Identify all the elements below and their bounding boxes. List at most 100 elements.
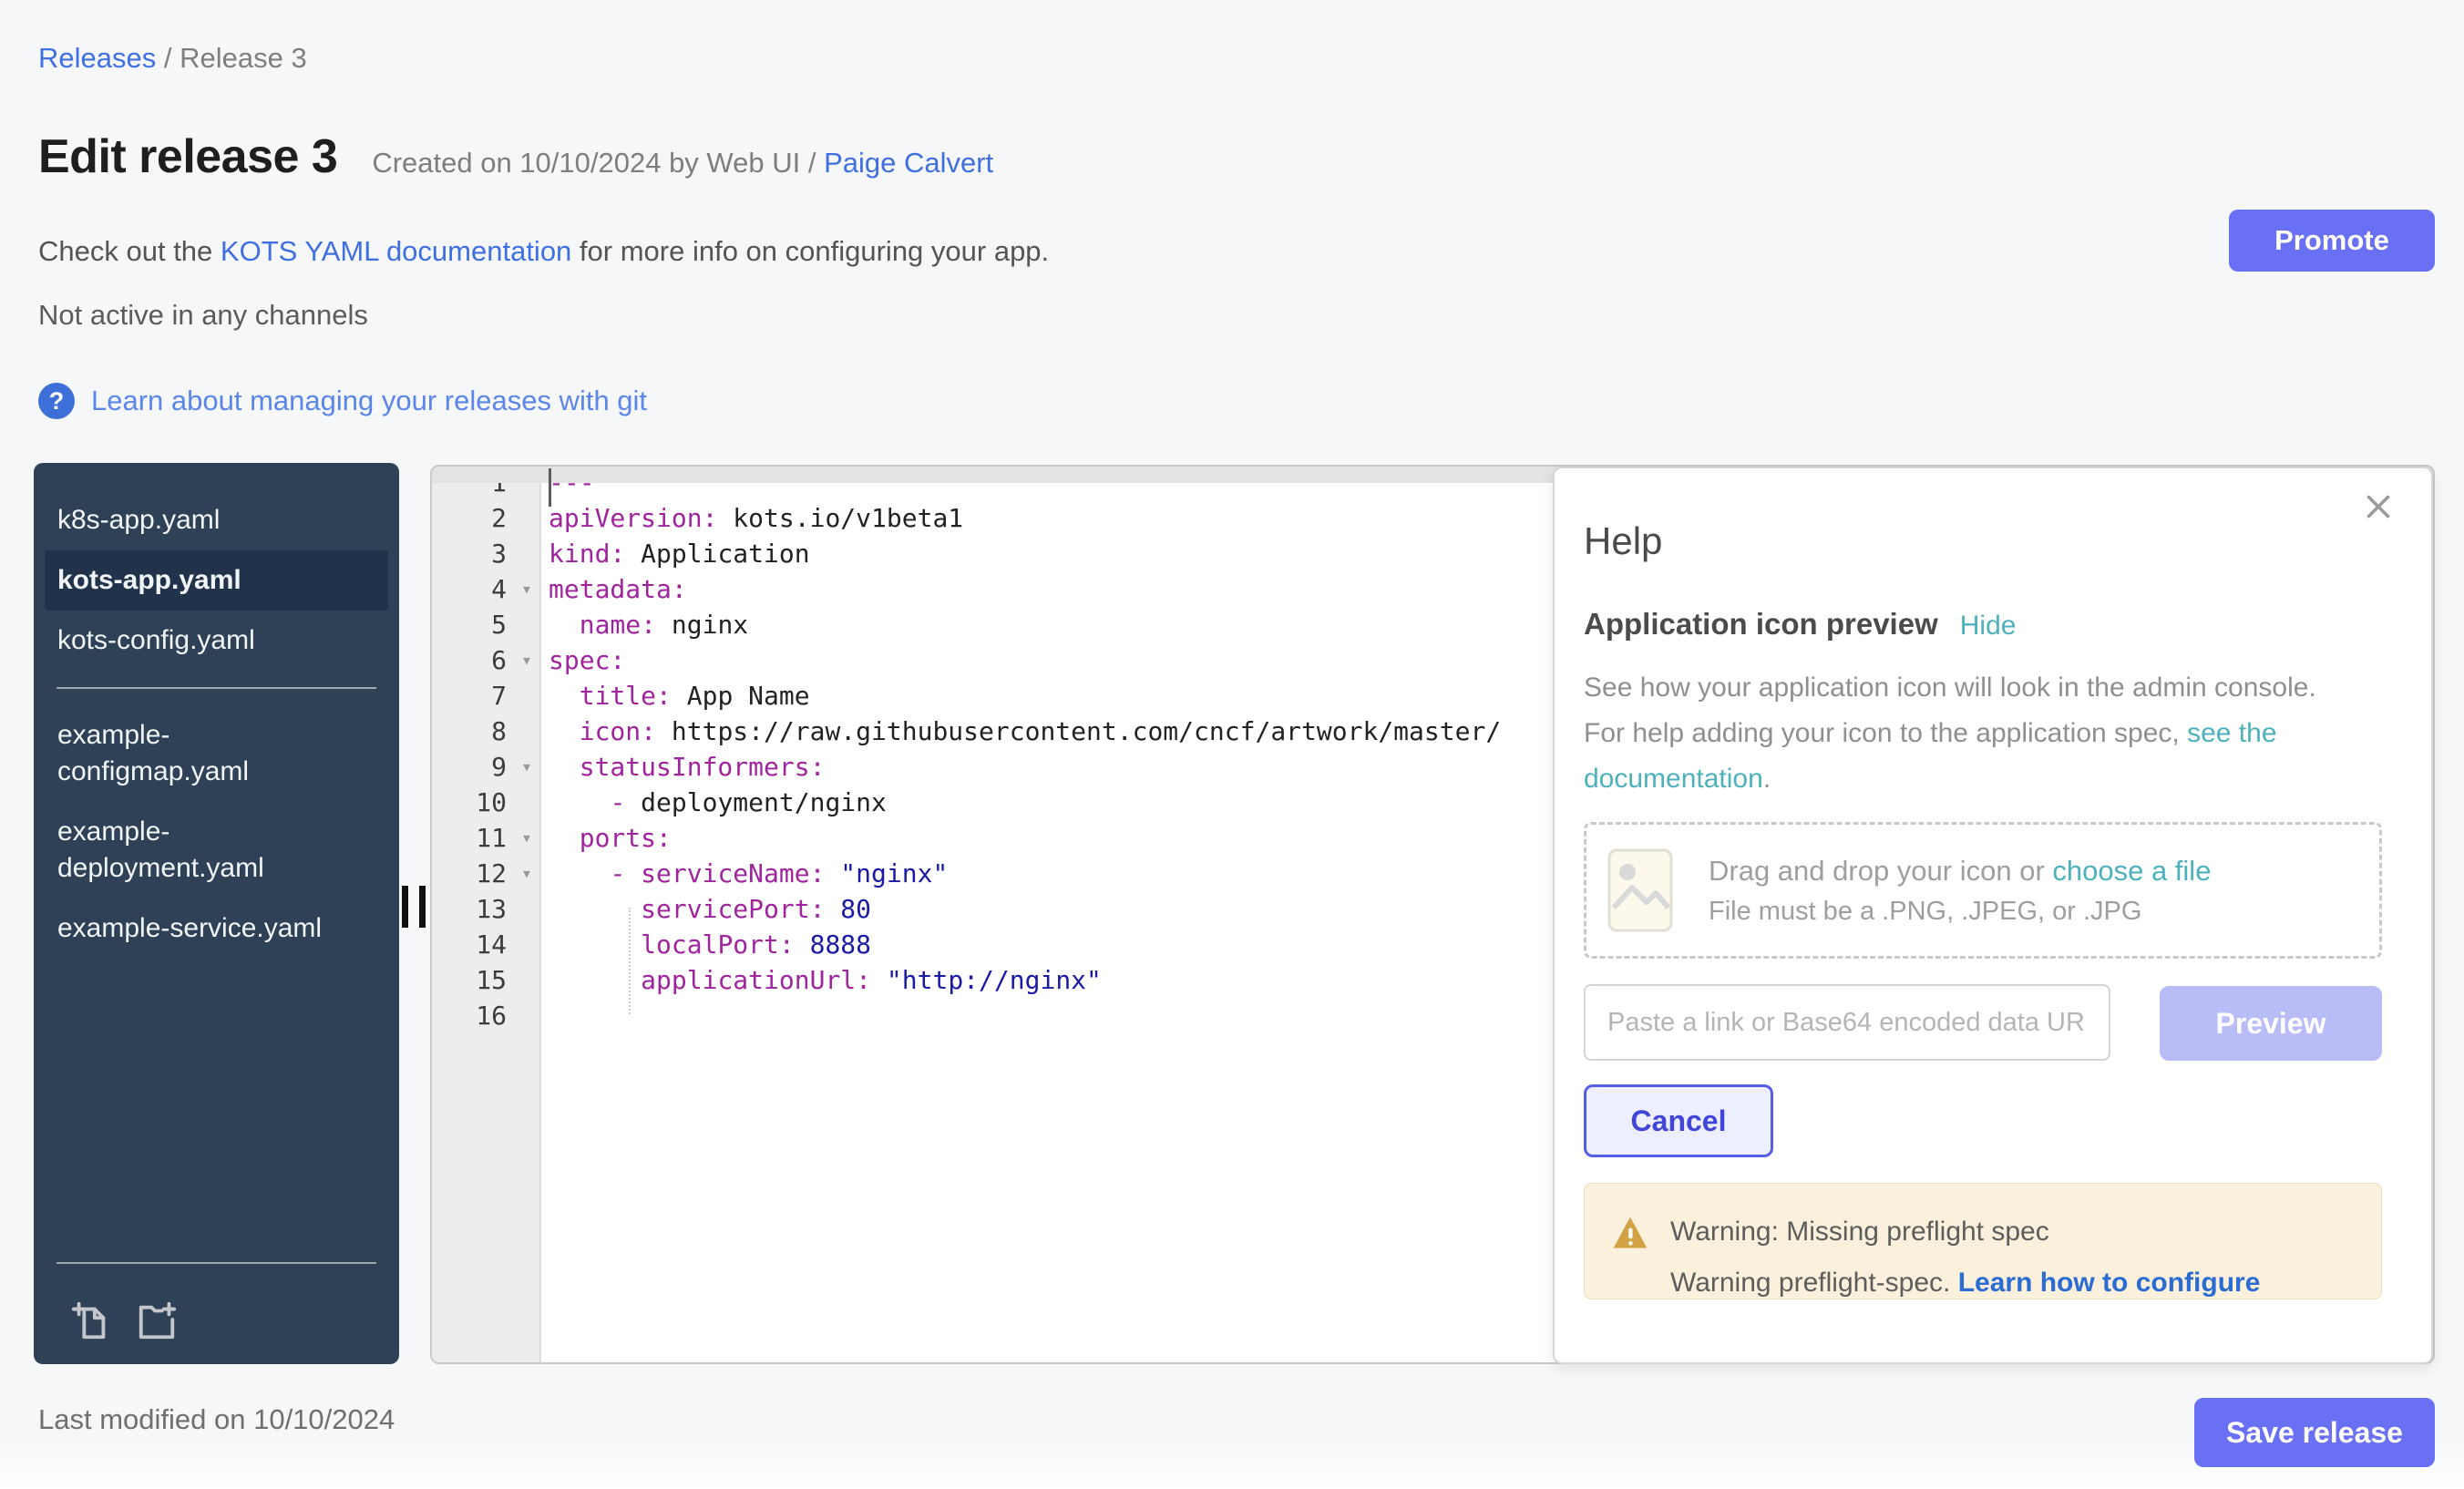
file-tree-item[interactable]: example-service.yaml	[45, 899, 388, 959]
line-number: 8	[432, 714, 512, 749]
breadcrumb-releases-link[interactable]: Releases	[38, 42, 156, 74]
promote-button[interactable]: Promote	[2229, 210, 2435, 272]
preview-button[interactable]: Preview	[2160, 986, 2382, 1061]
line-number: 3	[432, 536, 512, 571]
fold-arrow-icon[interactable]: ▾	[512, 571, 541, 607]
fold-arrow-icon[interactable]: ▾	[512, 856, 541, 891]
line-number: 9	[432, 749, 512, 785]
line-number: 4	[432, 571, 512, 607]
line-number: 1	[432, 483, 512, 500]
file-tree-item[interactable]: k8s-app.yaml	[45, 490, 388, 550]
fold-spacer	[512, 891, 541, 927]
code-text: - serviceName: "nginx"	[541, 856, 948, 891]
sidebar-footer	[34, 1280, 399, 1364]
git-releases-link[interactable]: ? Learn about managing your releases wit…	[38, 383, 647, 419]
close-icon[interactable]	[2362, 490, 2395, 523]
icon-dropzone[interactable]: Drag and drop your icon or choose a file…	[1584, 822, 2382, 959]
line-number: 15	[432, 962, 512, 998]
fold-spacer	[512, 785, 541, 820]
fold-arrow-icon[interactable]: ▾	[512, 820, 541, 856]
line-number: 6	[432, 642, 512, 678]
image-placeholder-icon	[1607, 847, 1674, 933]
file-tree-item[interactable]: kots-app.yaml	[45, 550, 388, 611]
last-modified-text: Last modified on 10/10/2024	[38, 1403, 395, 1436]
code-text: title: App Name	[541, 678, 810, 714]
fold-spacer	[512, 998, 541, 1033]
help-title: Help	[1584, 519, 1662, 563]
add-file-icon[interactable]	[70, 1300, 112, 1342]
icon-url-input[interactable]	[1584, 984, 2110, 1061]
learn-how-to-configure-link[interactable]: Learn how to configure	[1958, 1268, 2261, 1298]
created-prefix: Created on 10/10/2024 by Web UI /	[372, 147, 824, 179]
code-text: kind: Application	[541, 536, 810, 571]
save-release-button[interactable]: Save release	[2194, 1398, 2435, 1467]
line-number: 11	[432, 820, 512, 856]
cancel-button[interactable]: Cancel	[1584, 1084, 1773, 1157]
file-tree-sidebar: k8s-app.yamlkots-app.yamlkots-config.yam…	[34, 463, 399, 1364]
fold-spacer	[512, 500, 541, 536]
desc-after: .	[1763, 764, 1771, 794]
fold-arrow-icon[interactable]: ▾	[512, 749, 541, 785]
dropzone-text: Drag and drop your icon or choose a file…	[1709, 855, 2211, 927]
line-number: 12	[432, 856, 512, 891]
fold-arrow-icon[interactable]: ▾	[512, 642, 541, 678]
docs-hint-before: Check out the	[38, 235, 221, 267]
fold-spacer	[512, 927, 541, 962]
code-text: ports:	[541, 820, 672, 856]
fold-spacer	[512, 714, 541, 749]
add-folder-icon[interactable]	[136, 1300, 178, 1342]
fold-spacer	[512, 483, 541, 500]
fold-spacer	[512, 962, 541, 998]
code-text: icon: https://raw.githubusercontent.com/…	[541, 714, 1501, 749]
code-text	[541, 998, 549, 1033]
channel-status-text: Not active in any channels	[38, 299, 368, 332]
warning-line1: Warning: Missing preflight spec	[1670, 1217, 2049, 1248]
warning-line2-text: Warning preflight-spec.	[1670, 1268, 1958, 1298]
fold-spacer	[512, 607, 541, 642]
help-panel: Help Application icon preview Hide See h…	[1553, 467, 2433, 1364]
docs-hint-after: for more info on configuring your app.	[571, 235, 1049, 267]
code-text: metadata:	[541, 571, 687, 607]
breadcrumb-current: / Release 3	[156, 42, 306, 74]
code-text: apiVersion: kots.io/v1beta1	[541, 500, 963, 536]
line-number: 5	[432, 607, 512, 642]
page-title: Edit release 3	[38, 129, 337, 184]
code-text: - deployment/nginx	[541, 785, 887, 820]
warning-line2: Warning preflight-spec. Learn how to con…	[1670, 1268, 2260, 1299]
icon-preview-section-header: Application icon preview Hide	[1584, 607, 2016, 642]
text-cursor	[549, 468, 551, 507]
fold-spacer	[512, 536, 541, 571]
line-number: 14	[432, 927, 512, 962]
title-row: Edit release 3 Created on 10/10/2024 by …	[38, 129, 993, 184]
fold-spacer	[512, 678, 541, 714]
code-text: localPort: 8888	[541, 927, 871, 962]
code-text: name: nginx	[541, 607, 748, 642]
icon-preview-description: See how your application icon will look …	[1584, 665, 2358, 802]
sidebar-footer-divider	[56, 1262, 376, 1264]
dropzone-line2: File must be a .PNG, .JPEG, or .JPG	[1709, 897, 2211, 927]
hide-link[interactable]: Hide	[1960, 611, 2017, 642]
file-list-divider	[56, 687, 376, 689]
panel-resize-handle-left[interactable]	[402, 886, 426, 928]
dropzone-line1: Drag and drop your icon or	[1709, 855, 2052, 887]
line-number: 16	[432, 998, 512, 1033]
preflight-warning-box: Warning: Missing preflight spec Warning …	[1584, 1183, 2382, 1299]
code-text: spec:	[541, 642, 625, 678]
choose-file-link[interactable]: choose a file	[2052, 855, 2211, 887]
kots-yaml-docs-link[interactable]: KOTS YAML documentation	[221, 235, 571, 267]
file-list: k8s-app.yamlkots-app.yamlkots-config.yam…	[34, 490, 399, 959]
line-number: 2	[432, 500, 512, 536]
code-text: servicePort: 80	[541, 891, 871, 927]
file-tree-item[interactable]: kots-config.yaml	[45, 611, 388, 671]
icon-preview-title: Application icon preview	[1584, 607, 1938, 642]
created-by-user-link[interactable]: Paige Calvert	[824, 147, 993, 179]
sidebar-spacer	[34, 959, 399, 1246]
line-number: 10	[432, 785, 512, 820]
file-tree-item[interactable]: example- deployment.yaml	[45, 802, 388, 899]
line-number: 7	[432, 678, 512, 714]
indent-guide	[629, 908, 631, 1014]
code-text: statusInformers:	[541, 749, 825, 785]
git-releases-link-label: Learn about managing your releases with …	[91, 385, 647, 417]
breadcrumb: Releases / Release 3	[38, 42, 307, 75]
file-tree-item[interactable]: example- configmap.yaml	[45, 705, 388, 802]
